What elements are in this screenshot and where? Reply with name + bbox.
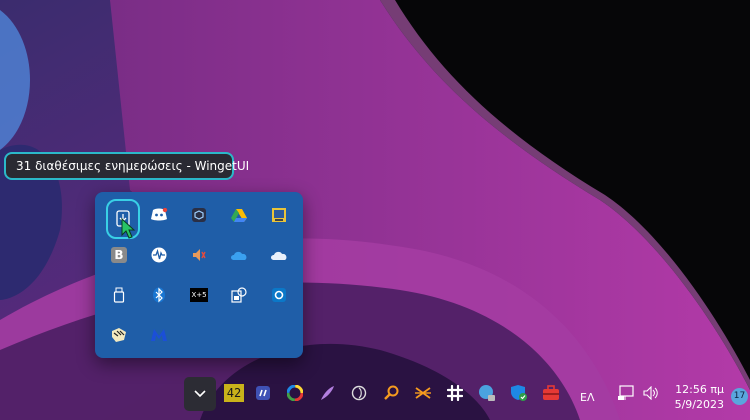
b-app-icon[interactable]: B xyxy=(104,240,134,270)
clock-date: 5/9/2023 xyxy=(674,398,724,411)
mouse-cursor-icon xyxy=(121,218,136,239)
malwarebytes-icon[interactable] xyxy=(144,320,174,350)
discord-icon[interactable] xyxy=(144,200,174,230)
network-globe-icon[interactable] xyxy=(472,378,502,408)
show-hidden-icons-button[interactable] xyxy=(184,377,216,411)
toolbox-icon[interactable] xyxy=(536,378,566,408)
bluetooth-icon[interactable] xyxy=(144,280,174,310)
tiger-app-icon[interactable] xyxy=(104,320,134,350)
xmeters-icon[interactable]: X+5 xyxy=(184,280,214,310)
tray-overflow-popup: B X+5 xyxy=(95,192,303,358)
search-tool-icon[interactable] xyxy=(376,378,406,408)
windows-security-icon[interactable] xyxy=(504,378,534,408)
speaker-icon[interactable] xyxy=(184,240,214,270)
system-clock[interactable]: 12:56 πμ 5/9/2023 xyxy=(666,382,724,412)
clock-time: 12:56 πμ xyxy=(675,383,724,396)
counter-app-icon[interactable]: 42 xyxy=(219,378,249,408)
b-app-label: B xyxy=(111,247,127,263)
audio-wave-icon[interactable] xyxy=(144,240,174,270)
taskbar: 42 ΕΛ 12:56 πμ 5/9/2023 17 xyxy=(0,372,750,420)
quote-app-icon[interactable] xyxy=(248,378,278,408)
google-drive-icon[interactable] xyxy=(224,200,254,230)
chevron-down-icon xyxy=(194,390,206,398)
tooltip-wingetui: 31 διαθέσιμες ενημερώσεις - WingetUI xyxy=(4,152,249,180)
color-wheel-icon[interactable] xyxy=(280,378,310,408)
counter-label: 42 xyxy=(224,384,244,402)
tooltip-text: 31 διαθέσιμες ενημερώσεις - WingetUI xyxy=(16,159,250,173)
onedrive-business-icon[interactable] xyxy=(224,240,254,270)
notification-badge[interactable]: 17 xyxy=(731,388,748,405)
cube-app-icon[interactable] xyxy=(184,200,214,230)
feather-icon[interactable] xyxy=(312,378,342,408)
onedrive-icon[interactable] xyxy=(264,240,294,270)
system-tool-icon[interactable] xyxy=(224,280,254,310)
sync-app-icon[interactable] xyxy=(264,280,294,310)
volume-icon[interactable] xyxy=(636,378,666,408)
usb-drive-icon[interactable] xyxy=(104,280,134,310)
monitor-app-icon[interactable] xyxy=(264,200,294,230)
input-language-indicator[interactable]: ΕΛ xyxy=(580,391,594,404)
cross-arrows-icon[interactable] xyxy=(408,378,438,408)
xmeters-label: X+5 xyxy=(190,288,208,302)
slack-icon[interactable] xyxy=(440,378,470,408)
circle-app-icon[interactable] xyxy=(344,378,374,408)
